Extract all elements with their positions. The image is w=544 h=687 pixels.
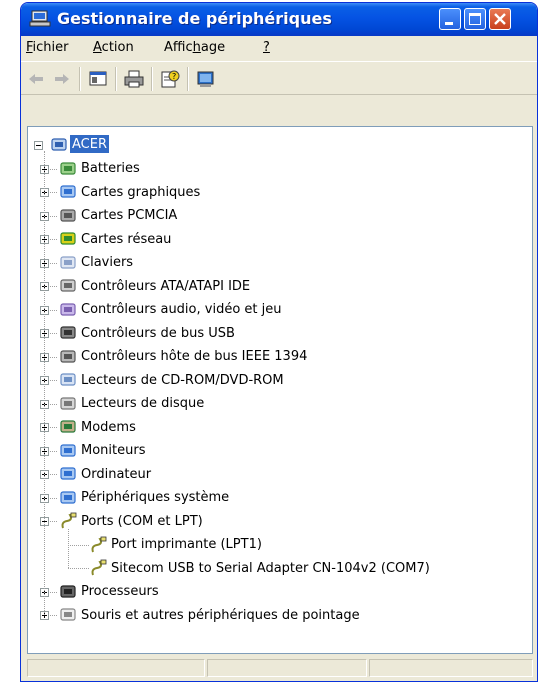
port-icon <box>91 536 107 552</box>
status-cell <box>207 659 367 677</box>
port-icon <box>61 512 77 529</box>
ieee1394-icon <box>60 349 76 363</box>
system-device-icon <box>60 490 76 504</box>
device-manager-window: Gestionnaire de périphériques Fichier Ac… <box>20 2 538 682</box>
audio-icon <box>60 302 76 316</box>
scan-hardware-button[interactable] <box>195 68 217 90</box>
tree-category-label[interactable]: Modems <box>81 417 136 437</box>
tree-category-label[interactable]: Claviers <box>81 253 133 273</box>
pcmcia-icon <box>60 208 76 222</box>
menu-accelerator: A <box>93 40 102 55</box>
svg-text:?: ? <box>172 72 176 81</box>
toolbar-separator <box>151 67 153 91</box>
port-icon <box>91 559 107 576</box>
menu-bar: Fichier Action Affichage ? <box>21 36 537 60</box>
menu-help[interactable]: ? <box>263 40 270 55</box>
tree-category-label[interactable]: Moniteurs <box>81 441 145 461</box>
menu-text: ichier <box>32 40 69 55</box>
show-hide-tree-button[interactable] <box>87 68 109 90</box>
network-card-icon <box>60 232 76 245</box>
toolbar: ? <box>21 61 537 95</box>
tree-category-label[interactable]: Ports (COM et LPT) <box>81 511 203 531</box>
computer-icon <box>60 467 76 480</box>
tree-connector <box>44 151 46 615</box>
status-bar <box>27 657 533 679</box>
tree-category-label[interactable]: Contrôleurs hôte de bus IEEE 1394 <box>81 347 307 367</box>
forward-button[interactable] <box>51 68 73 90</box>
forward-arrow-icon <box>55 74 69 84</box>
back-button[interactable] <box>25 68 47 90</box>
mouse-icon <box>60 608 76 621</box>
minimize-icon <box>445 22 453 25</box>
menu-action[interactable]: Action <box>93 40 134 55</box>
status-cell <box>27 659 205 677</box>
monitor-icon <box>60 443 76 457</box>
tree-category-label[interactable]: Lecteurs de disque <box>81 394 204 414</box>
device-tree[interactable]: ACER Batteries Cartes graphiques Cartes PCM… <box>27 126 533 654</box>
tree-connector <box>68 568 89 570</box>
toolbar-separator <box>115 67 117 91</box>
tree-category-label[interactable]: Contrôleurs audio, vidéo et jeu <box>81 300 281 320</box>
display-adapter-icon <box>60 185 76 198</box>
window-title: Gestionnaire de périphériques <box>57 9 332 28</box>
tree-device-label[interactable]: Port imprimante (LPT1) <box>111 535 262 555</box>
print-button[interactable] <box>123 68 145 90</box>
print-icon <box>124 70 144 88</box>
tree-category-label[interactable]: Lecteurs de CD-ROM/DVD-ROM <box>81 370 284 390</box>
tree-category-label[interactable]: Cartes réseau <box>81 229 171 249</box>
tree-category-label[interactable]: Batteries <box>81 159 140 179</box>
properties-icon: ? <box>161 70 180 88</box>
tree-category-label[interactable]: Périphériques système <box>81 488 229 508</box>
status-cell <box>369 659 533 677</box>
usb-icon <box>60 326 76 339</box>
tree-connector <box>68 544 89 547</box>
menu-accelerator: ? <box>263 40 270 55</box>
tree-category-label[interactable]: Souris et autres périphériques de pointa… <box>81 605 360 625</box>
maximize-button[interactable] <box>464 8 486 30</box>
scan-hardware-icon <box>197 71 214 87</box>
close-icon <box>494 13 506 25</box>
show-hide-tree-icon <box>89 71 107 86</box>
tree-category-label[interactable]: Processeurs <box>81 582 159 602</box>
tree-category-label[interactable]: Cartes graphiques <box>81 182 200 202</box>
toolbar-separator <box>79 67 81 91</box>
menu-text: ction <box>101 40 134 55</box>
modem-icon <box>60 420 76 433</box>
tree-category-label[interactable]: Cartes PCMCIA <box>81 206 177 226</box>
cdrom-icon <box>60 373 76 386</box>
tree-category-label[interactable]: Contrôleurs de bus USB <box>81 323 235 343</box>
collapse-toggle[interactable] <box>34 141 43 150</box>
tree-category-label[interactable]: Ordinateur <box>81 464 151 484</box>
processor-icon <box>60 584 76 598</box>
title-bar[interactable]: Gestionnaire de périphériques <box>21 3 537 36</box>
tree-category-label[interactable]: Contrôleurs ATA/ATAPI IDE <box>81 276 250 296</box>
close-button[interactable] <box>489 8 511 30</box>
menu-fichier[interactable]: Fichier <box>26 40 69 55</box>
ide-controller-icon <box>60 279 76 292</box>
menu-affichage[interactable]: Affichage <box>164 40 225 55</box>
battery-icon <box>60 161 76 175</box>
maximize-icon <box>469 13 481 25</box>
back-arrow-icon <box>29 74 43 84</box>
minimize-button[interactable] <box>439 8 461 30</box>
keyboard-icon <box>60 255 76 269</box>
tree-device-label[interactable]: Sitecom USB to Serial Adapter CN-104v2 (… <box>111 558 430 578</box>
menu-text: Affic <box>164 40 193 55</box>
tree-connector <box>68 529 70 568</box>
device-manager-app-icon <box>29 10 51 27</box>
tree-root-label[interactable]: ACER <box>70 135 109 153</box>
disk-drive-icon <box>60 396 76 410</box>
root-computer-icon <box>51 138 67 151</box>
toolbar-separator <box>187 67 189 91</box>
properties-button[interactable]: ? <box>159 68 181 90</box>
menu-text: age <box>200 40 226 55</box>
menu-accelerator: h <box>192 40 201 55</box>
